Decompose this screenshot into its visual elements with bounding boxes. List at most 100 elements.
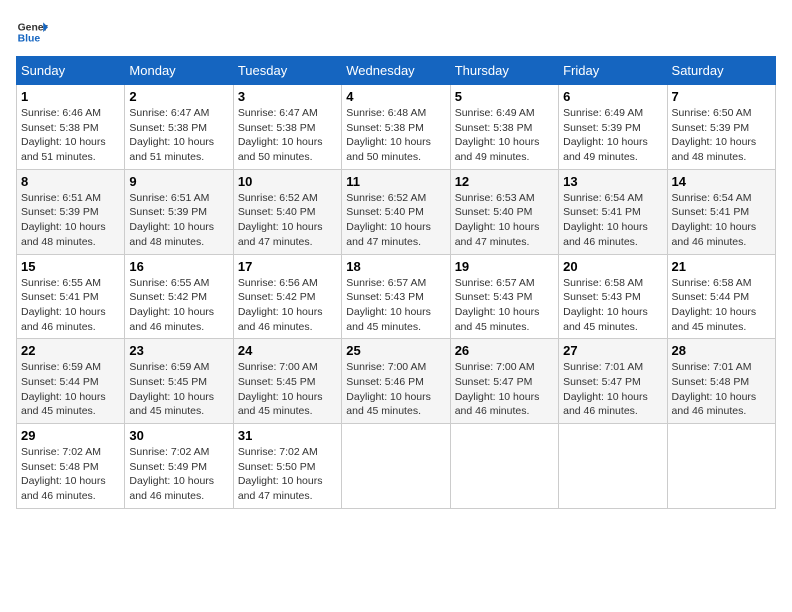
day-header-monday: Monday	[125, 57, 233, 85]
calendar-cell	[342, 424, 450, 509]
day-number: 2	[129, 89, 228, 104]
calendar-cell: 23Sunrise: 6:59 AM Sunset: 5:45 PM Dayli…	[125, 339, 233, 424]
day-header-thursday: Thursday	[450, 57, 558, 85]
day-header-friday: Friday	[559, 57, 667, 85]
cell-details: Sunrise: 6:58 AM Sunset: 5:43 PM Dayligh…	[563, 276, 662, 335]
cell-details: Sunrise: 6:56 AM Sunset: 5:42 PM Dayligh…	[238, 276, 337, 335]
calendar-cell: 1 Sunrise: 6:46 AM Sunset: 5:38 PM Daylig…	[17, 85, 125, 170]
calendar-cell: 16 Sunrise: 6:55 AM Sunset: 5:42 PM Dayli…	[125, 254, 233, 339]
day-number: 7	[672, 89, 771, 104]
day-number: 6	[563, 89, 662, 104]
calendar-header-row: SundayMondayTuesdayWednesdayThursdayFrid…	[17, 57, 776, 85]
cell-details: Sunrise: 6:46 AM Sunset: 5:38 PM Dayligh…	[21, 106, 120, 165]
calendar-cell: 24 Sunrise: 7:00 AM Sunset: 5:45 PM Dayli…	[233, 339, 341, 424]
day-number: 30	[129, 428, 228, 443]
calendar-cell: 31Sunrise: 7:02 AM Sunset: 5:50 PM Dayli…	[233, 424, 341, 509]
logo-icon: General Blue	[16, 16, 48, 48]
day-number: 27	[563, 343, 662, 358]
cell-details: Sunrise: 7:01 AM Sunset: 5:48 PM Dayligh…	[672, 360, 771, 419]
calendar-week-row: 1 Sunrise: 6:46 AM Sunset: 5:38 PM Daylig…	[17, 85, 776, 170]
cell-details: Sunrise: 6:51 AM Sunset: 5:39 PM Dayligh…	[21, 191, 120, 250]
cell-details: Sunrise: 6:50 AM Sunset: 5:39 PM Dayligh…	[672, 106, 771, 165]
day-number: 15	[21, 259, 120, 274]
calendar-cell: 9 Sunrise: 6:51 AM Sunset: 5:39 PM Daylig…	[125, 169, 233, 254]
cell-details: Sunrise: 7:00 AM Sunset: 5:45 PM Dayligh…	[238, 360, 337, 419]
cell-details: Sunrise: 6:51 AM Sunset: 5:39 PM Dayligh…	[129, 191, 228, 250]
day-number: 26	[455, 343, 554, 358]
calendar-cell	[559, 424, 667, 509]
day-number: 22	[21, 343, 120, 358]
cell-details: Sunrise: 6:54 AM Sunset: 5:41 PM Dayligh…	[672, 191, 771, 250]
cell-details: Sunrise: 6:47 AM Sunset: 5:38 PM Dayligh…	[238, 106, 337, 165]
day-number: 4	[346, 89, 445, 104]
day-number: 10	[238, 174, 337, 189]
calendar-cell: 8 Sunrise: 6:51 AM Sunset: 5:39 PM Daylig…	[17, 169, 125, 254]
day-number: 11	[346, 174, 445, 189]
day-number: 19	[455, 259, 554, 274]
day-number: 21	[672, 259, 771, 274]
day-number: 8	[21, 174, 120, 189]
cell-details: Sunrise: 6:55 AM Sunset: 5:41 PM Dayligh…	[21, 276, 120, 335]
cell-details: Sunrise: 6:54 AM Sunset: 5:41 PM Dayligh…	[563, 191, 662, 250]
calendar-cell	[450, 424, 558, 509]
calendar-cell: 17 Sunrise: 6:56 AM Sunset: 5:42 PM Dayli…	[233, 254, 341, 339]
calendar-cell: 6 Sunrise: 6:49 AM Sunset: 5:39 PM Daylig…	[559, 85, 667, 170]
day-header-tuesday: Tuesday	[233, 57, 341, 85]
cell-details: Sunrise: 6:47 AM Sunset: 5:38 PM Dayligh…	[129, 106, 228, 165]
calendar-cell: 14 Sunrise: 6:54 AM Sunset: 5:41 PM Dayli…	[667, 169, 775, 254]
calendar-cell: 18 Sunrise: 6:57 AM Sunset: 5:43 PM Dayli…	[342, 254, 450, 339]
calendar-cell: 20 Sunrise: 6:58 AM Sunset: 5:43 PM Dayli…	[559, 254, 667, 339]
calendar-cell: 4 Sunrise: 6:48 AM Sunset: 5:38 PM Daylig…	[342, 85, 450, 170]
calendar-cell: 19 Sunrise: 6:57 AM Sunset: 5:43 PM Dayli…	[450, 254, 558, 339]
day-header-saturday: Saturday	[667, 57, 775, 85]
cell-details: Sunrise: 6:55 AM Sunset: 5:42 PM Dayligh…	[129, 276, 228, 335]
day-header-sunday: Sunday	[17, 57, 125, 85]
cell-details: Sunrise: 6:57 AM Sunset: 5:43 PM Dayligh…	[346, 276, 445, 335]
calendar-cell: 7 Sunrise: 6:50 AM Sunset: 5:39 PM Daylig…	[667, 85, 775, 170]
cell-details: Sunrise: 6:48 AM Sunset: 5:38 PM Dayligh…	[346, 106, 445, 165]
calendar-cell: 27 Sunrise: 7:01 AM Sunset: 5:47 PM Dayli…	[559, 339, 667, 424]
calendar-cell: 5 Sunrise: 6:49 AM Sunset: 5:38 PM Daylig…	[450, 85, 558, 170]
day-number: 3	[238, 89, 337, 104]
calendar-week-row: 15 Sunrise: 6:55 AM Sunset: 5:41 PM Dayli…	[17, 254, 776, 339]
svg-text:Blue: Blue	[18, 34, 41, 45]
calendar-week-row: 22Sunrise: 6:59 AM Sunset: 5:44 PM Dayli…	[17, 339, 776, 424]
calendar-cell: 30 Sunrise: 7:02 AM Sunset: 5:49 PM Dayli…	[125, 424, 233, 509]
day-header-wednesday: Wednesday	[342, 57, 450, 85]
day-number: 14	[672, 174, 771, 189]
cell-details: Sunrise: 6:49 AM Sunset: 5:39 PM Dayligh…	[563, 106, 662, 165]
calendar-cell: 12Sunrise: 6:53 AM Sunset: 5:40 PM Dayli…	[450, 169, 558, 254]
day-number: 17	[238, 259, 337, 274]
day-number: 20	[563, 259, 662, 274]
day-number: 9	[129, 174, 228, 189]
cell-details: Sunrise: 6:59 AM Sunset: 5:45 PM Dayligh…	[129, 360, 228, 419]
cell-details: Sunrise: 6:49 AM Sunset: 5:38 PM Dayligh…	[455, 106, 554, 165]
day-number: 25	[346, 343, 445, 358]
cell-details: Sunrise: 6:52 AM Sunset: 5:40 PM Dayligh…	[238, 191, 337, 250]
cell-details: Sunrise: 7:02 AM Sunset: 5:49 PM Dayligh…	[129, 445, 228, 504]
calendar-cell: 25Sunrise: 7:00 AM Sunset: 5:46 PM Dayli…	[342, 339, 450, 424]
day-number: 1	[21, 89, 120, 104]
day-number: 24	[238, 343, 337, 358]
calendar-cell: 28Sunrise: 7:01 AM Sunset: 5:48 PM Dayli…	[667, 339, 775, 424]
cell-details: Sunrise: 7:00 AM Sunset: 5:47 PM Dayligh…	[455, 360, 554, 419]
cell-details: Sunrise: 6:57 AM Sunset: 5:43 PM Dayligh…	[455, 276, 554, 335]
day-number: 12	[455, 174, 554, 189]
day-number: 18	[346, 259, 445, 274]
calendar-cell: 15 Sunrise: 6:55 AM Sunset: 5:41 PM Dayli…	[17, 254, 125, 339]
logo: General Blue	[16, 16, 48, 48]
calendar-week-row: 8 Sunrise: 6:51 AM Sunset: 5:39 PM Daylig…	[17, 169, 776, 254]
cell-details: Sunrise: 6:52 AM Sunset: 5:40 PM Dayligh…	[346, 191, 445, 250]
day-number: 5	[455, 89, 554, 104]
day-number: 31	[238, 428, 337, 443]
calendar-cell: 26 Sunrise: 7:00 AM Sunset: 5:47 PM Dayli…	[450, 339, 558, 424]
calendar-week-row: 29Sunrise: 7:02 AM Sunset: 5:48 PM Dayli…	[17, 424, 776, 509]
cell-details: Sunrise: 7:01 AM Sunset: 5:47 PM Dayligh…	[563, 360, 662, 419]
calendar-cell: 13Sunrise: 6:54 AM Sunset: 5:41 PM Dayli…	[559, 169, 667, 254]
day-number: 16	[129, 259, 228, 274]
calendar-table: SundayMondayTuesdayWednesdayThursdayFrid…	[16, 56, 776, 509]
calendar-cell: 11 Sunrise: 6:52 AM Sunset: 5:40 PM Dayli…	[342, 169, 450, 254]
calendar-cell	[667, 424, 775, 509]
page-header: General Blue	[16, 16, 776, 48]
calendar-cell: 22Sunrise: 6:59 AM Sunset: 5:44 PM Dayli…	[17, 339, 125, 424]
